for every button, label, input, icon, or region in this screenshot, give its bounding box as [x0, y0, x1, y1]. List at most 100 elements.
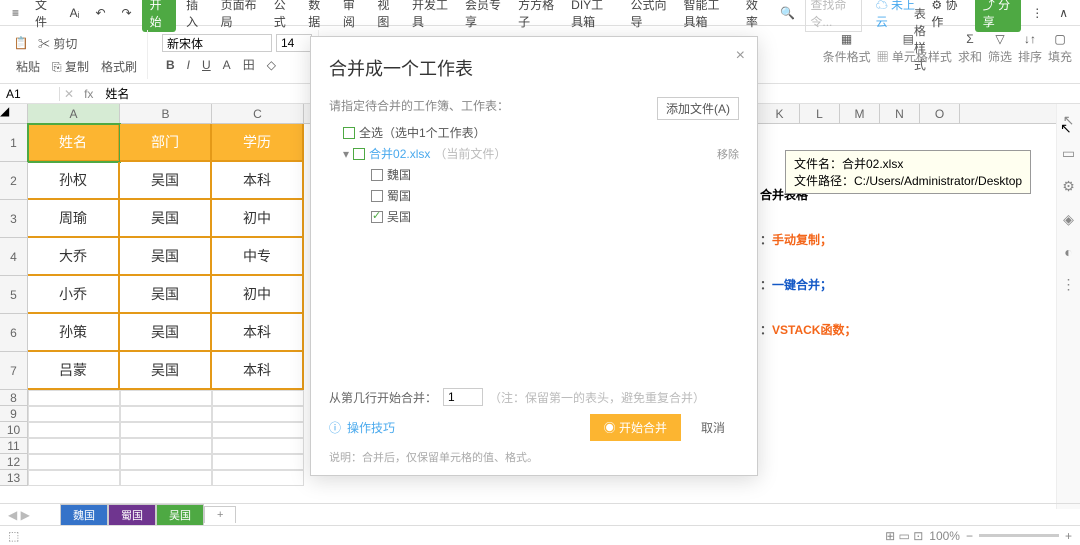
- side-diamond-icon[interactable]: ◈: [1063, 211, 1074, 228]
- undo-icon[interactable]: ↶: [89, 6, 111, 20]
- col-header-b[interactable]: B: [120, 104, 212, 123]
- table-icon[interactable]: ▤ 表格样式: [905, 30, 923, 48]
- copy-button[interactable]: ⎘ 复制: [48, 56, 93, 77]
- cell[interactable]: [28, 422, 120, 438]
- italic-button[interactable]: I: [183, 56, 194, 74]
- row-header[interactable]: 3: [0, 200, 28, 238]
- painter-button[interactable]: 格式刷: [97, 56, 141, 77]
- cell[interactable]: [212, 390, 304, 406]
- share-button[interactable]: ⤴ 分享: [975, 0, 1021, 32]
- col-header-n[interactable]: N: [880, 104, 920, 124]
- font-color-button[interactable]: A: [219, 56, 235, 74]
- filter-icon[interactable]: ▽: [991, 30, 1009, 48]
- close-icon[interactable]: ×: [736, 47, 745, 65]
- file-checkbox[interactable]: [353, 148, 365, 160]
- zoom-slider[interactable]: [979, 534, 1059, 537]
- zoom-in-button[interactable]: +: [1065, 529, 1072, 543]
- tab-dev[interactable]: 开发工具: [406, 0, 455, 30]
- tab-solution[interactable]: 方方格子: [512, 0, 561, 30]
- from-row-stepper[interactable]: [443, 388, 483, 406]
- name-box[interactable]: A1: [0, 87, 60, 101]
- cell[interactable]: 本科: [212, 162, 304, 200]
- side-select-icon[interactable]: ▭: [1062, 145, 1075, 162]
- row-header[interactable]: 12: [0, 454, 28, 470]
- tab-insert[interactable]: 插入: [180, 0, 211, 30]
- cell[interactable]: 孙权: [28, 162, 120, 200]
- row-header[interactable]: 13: [0, 470, 28, 486]
- file-menu[interactable]: 文件: [29, 0, 60, 30]
- underline-button[interactable]: U: [198, 56, 215, 74]
- side-dots-icon[interactable]: ⋮: [1062, 276, 1076, 293]
- cell[interactable]: [28, 438, 120, 454]
- cell[interactable]: 吕蒙: [28, 352, 120, 390]
- chevron-down-icon[interactable]: ▾: [343, 147, 349, 161]
- paste-icon[interactable]: 📋: [12, 34, 30, 52]
- cond-fmt[interactable]: 条件格式: [823, 48, 871, 65]
- cell[interactable]: 中专: [212, 238, 304, 276]
- expand-icon[interactable]: ∧: [1053, 6, 1074, 20]
- row-header[interactable]: 4: [0, 238, 28, 276]
- sort-icon[interactable]: ↓↑: [1021, 30, 1039, 48]
- cell-header[interactable]: 姓名: [28, 124, 120, 162]
- cell[interactable]: 本科: [212, 352, 304, 390]
- cell[interactable]: 吴国: [120, 276, 212, 314]
- tab-nav-icons[interactable]: ◀ ▶: [8, 508, 30, 522]
- add-file-button[interactable]: 添加文件(A): [657, 97, 739, 120]
- select-all-corner[interactable]: ◢: [0, 104, 28, 123]
- font-size-combo[interactable]: [276, 34, 312, 52]
- col-header-l[interactable]: L: [800, 104, 840, 124]
- select-all-checkbox[interactable]: [343, 127, 355, 139]
- cell[interactable]: 吴国: [120, 200, 212, 238]
- zoom-out-button[interactable]: −: [966, 529, 973, 543]
- search-input[interactable]: 查找命令...: [805, 0, 861, 32]
- tab-start[interactable]: 开始: [142, 0, 177, 32]
- status-icon[interactable]: ⬚: [8, 529, 19, 543]
- row-header[interactable]: 8: [0, 390, 28, 406]
- col-header-m[interactable]: M: [840, 104, 880, 124]
- cell[interactable]: 大乔: [28, 238, 120, 276]
- cell[interactable]: [28, 454, 120, 470]
- redo-icon[interactable]: ↷: [116, 6, 138, 20]
- cell[interactable]: 初中: [212, 276, 304, 314]
- tab-formula[interactable]: 公式: [268, 0, 299, 30]
- cancel-fx-icon[interactable]: ✕: [60, 87, 78, 101]
- tab-review[interactable]: 审阅: [337, 0, 368, 30]
- cell-fmt[interactable]: ▦ 单元格样式: [877, 48, 952, 65]
- cell[interactable]: 吴国: [120, 352, 212, 390]
- tab-view[interactable]: 视图: [371, 0, 402, 30]
- cell[interactable]: [120, 454, 212, 470]
- search-icon[interactable]: 🔍: [774, 6, 801, 20]
- row-header[interactable]: 6: [0, 314, 28, 352]
- sheet-checkbox[interactable]: [371, 169, 383, 181]
- cell[interactable]: [120, 470, 212, 486]
- sheet-tab-1[interactable]: 魏国: [60, 504, 108, 525]
- sheet-checkbox[interactable]: [371, 190, 383, 202]
- coop-button[interactable]: ⚙ 协作: [925, 0, 966, 30]
- border-button[interactable]: 田: [239, 54, 259, 75]
- cell[interactable]: [28, 406, 120, 422]
- cell[interactable]: [120, 438, 212, 454]
- sum-icon[interactable]: Σ: [961, 30, 979, 48]
- cell[interactable]: 周瑜: [28, 200, 120, 238]
- cell[interactable]: 小乔: [28, 276, 120, 314]
- font-icon[interactable]: Aᵢ: [64, 6, 86, 20]
- tab-fx[interactable]: 公式向导: [624, 0, 673, 30]
- grid-icon[interactable]: ▦: [838, 30, 856, 48]
- more-icon[interactable]: ⋮: [1025, 6, 1049, 20]
- cell[interactable]: [212, 470, 304, 486]
- tab-member[interactable]: 会员专享: [459, 0, 508, 30]
- cell-header[interactable]: 部门: [120, 124, 212, 162]
- side-circle-icon[interactable]: ◐: [1064, 244, 1072, 260]
- cell-header[interactable]: 学历: [212, 124, 304, 162]
- tab-smart[interactable]: 智能工具箱: [678, 0, 736, 30]
- add-sheet-button[interactable]: +: [204, 506, 236, 523]
- start-merge-button[interactable]: ◉ 开始合并: [590, 414, 681, 441]
- tab-diy[interactable]: DIY工具箱: [565, 0, 620, 30]
- cell[interactable]: 吴国: [120, 238, 212, 276]
- app-menu-icon[interactable]: ≡: [6, 6, 25, 20]
- col-header-a[interactable]: A: [28, 104, 120, 123]
- row-header[interactable]: 11: [0, 438, 28, 454]
- cell[interactable]: [120, 390, 212, 406]
- cell[interactable]: 本科: [212, 314, 304, 352]
- tab-layout[interactable]: 页面布局: [215, 0, 264, 30]
